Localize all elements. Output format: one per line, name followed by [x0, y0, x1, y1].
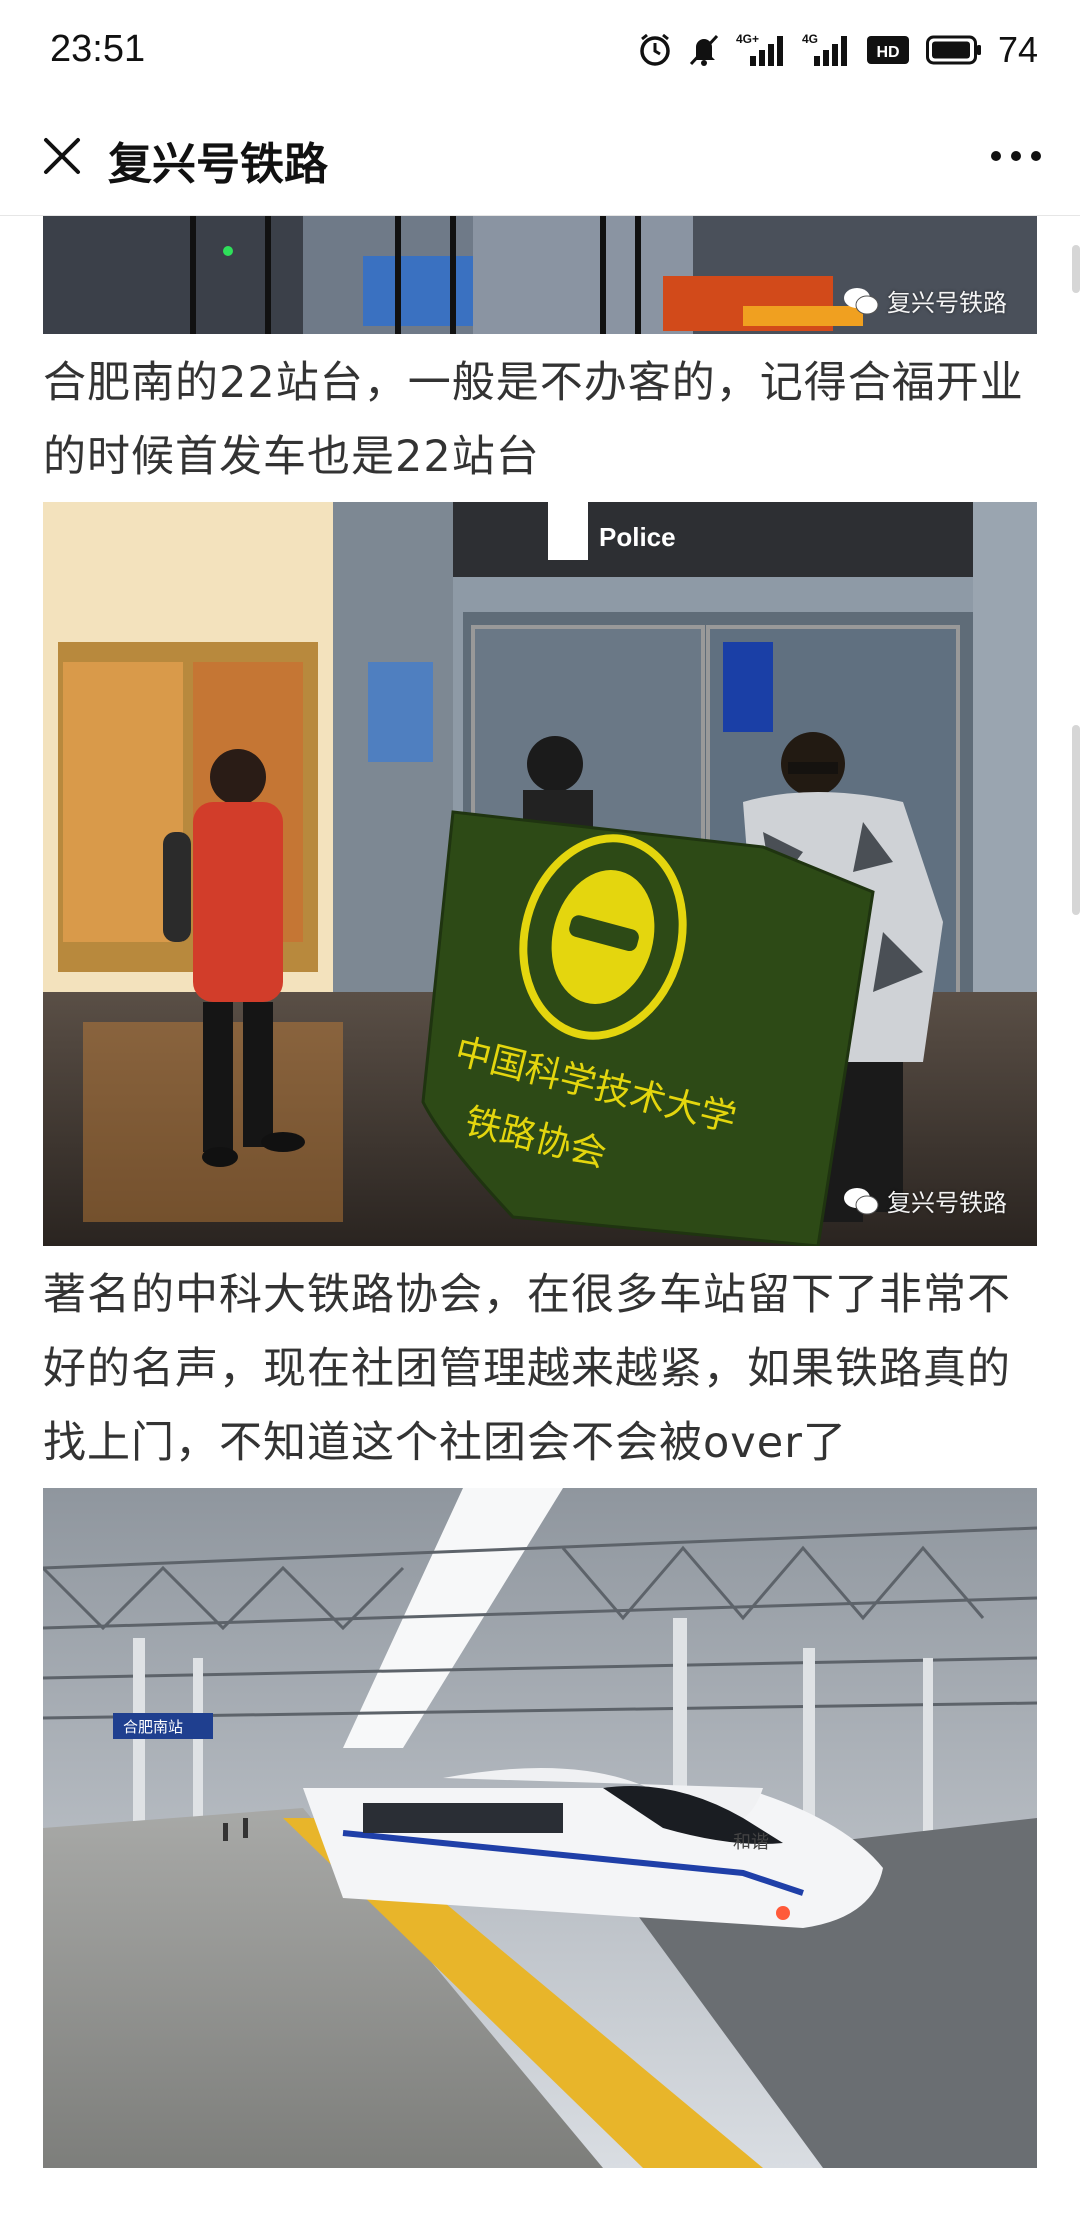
- article-photo-1[interactable]: 复兴号铁路: [43, 216, 1037, 334]
- article-photo-3[interactable]: 合肥南站 和谐: [43, 1488, 1037, 2168]
- more-icon: [991, 151, 1041, 161]
- signal-4g-plus-label: 4G+: [736, 32, 759, 46]
- wechat-icon: [844, 1187, 879, 1214]
- battery-level: 74: [997, 29, 1038, 70]
- close-button[interactable]: [28, 122, 96, 190]
- watermark-text: 复兴号铁路: [887, 1189, 1007, 1217]
- battery-icon: [925, 35, 982, 65]
- watermark: 复兴号铁路: [843, 1183, 1007, 1218]
- watermark: 复兴号铁路: [843, 283, 1007, 318]
- watermark-text: 复兴号铁路: [887, 289, 1007, 317]
- status-bar: 23:51 4G+ 4G HD 74: [0, 0, 1080, 100]
- signal-4g-label: 4G: [802, 32, 818, 46]
- signal-4g-icon: 4G: [802, 32, 850, 68]
- scroll-indicator-top[interactable]: [1072, 245, 1080, 293]
- status-time: 23:51: [50, 28, 146, 70]
- hd-icon: HD: [866, 33, 910, 67]
- wechat-icon: [844, 287, 879, 314]
- station-sign-text: 合肥南站: [123, 1718, 183, 1736]
- mute-icon: [688, 33, 720, 67]
- close-icon: [44, 138, 80, 174]
- hd-label: HD: [876, 44, 899, 61]
- article-body: 复兴号铁路 合肥南的22站台，一般是不办客的，记得合福开业的时候首发车也是22站…: [43, 216, 1037, 2168]
- caption-2: 著名的中科大铁路协会，在很多车站留下了非常不好的名声，现在社团管理越来越紧，如果…: [43, 1270, 1011, 1468]
- top-nav-bar: 复兴号铁路: [0, 100, 1080, 216]
- caption-1: 合肥南的22站台，一般是不办客的，记得合福开业的时候首发车也是22站台: [43, 358, 1024, 482]
- train-label-text: 和谐: [733, 1832, 769, 1853]
- alarm-icon: [638, 33, 672, 67]
- status-icons: 4G+ 4G HD 74: [638, 26, 1038, 74]
- signal-4g-plus-icon: 4G+: [736, 32, 786, 68]
- article-photo-2[interactable]: Police 中国科学技术大学 铁路协会 复兴号铁路: [43, 502, 1037, 1246]
- scroll-indicator-mid[interactable]: [1072, 725, 1080, 915]
- police-sign-text: Police: [599, 522, 676, 552]
- railway-association-image: Police 中国科学技术大学 铁路协会: [43, 502, 1037, 1246]
- more-button[interactable]: [976, 122, 1056, 190]
- high-speed-train-image: 合肥南站 和谐: [43, 1488, 1037, 2168]
- page-title: 复兴号铁路: [108, 139, 328, 190]
